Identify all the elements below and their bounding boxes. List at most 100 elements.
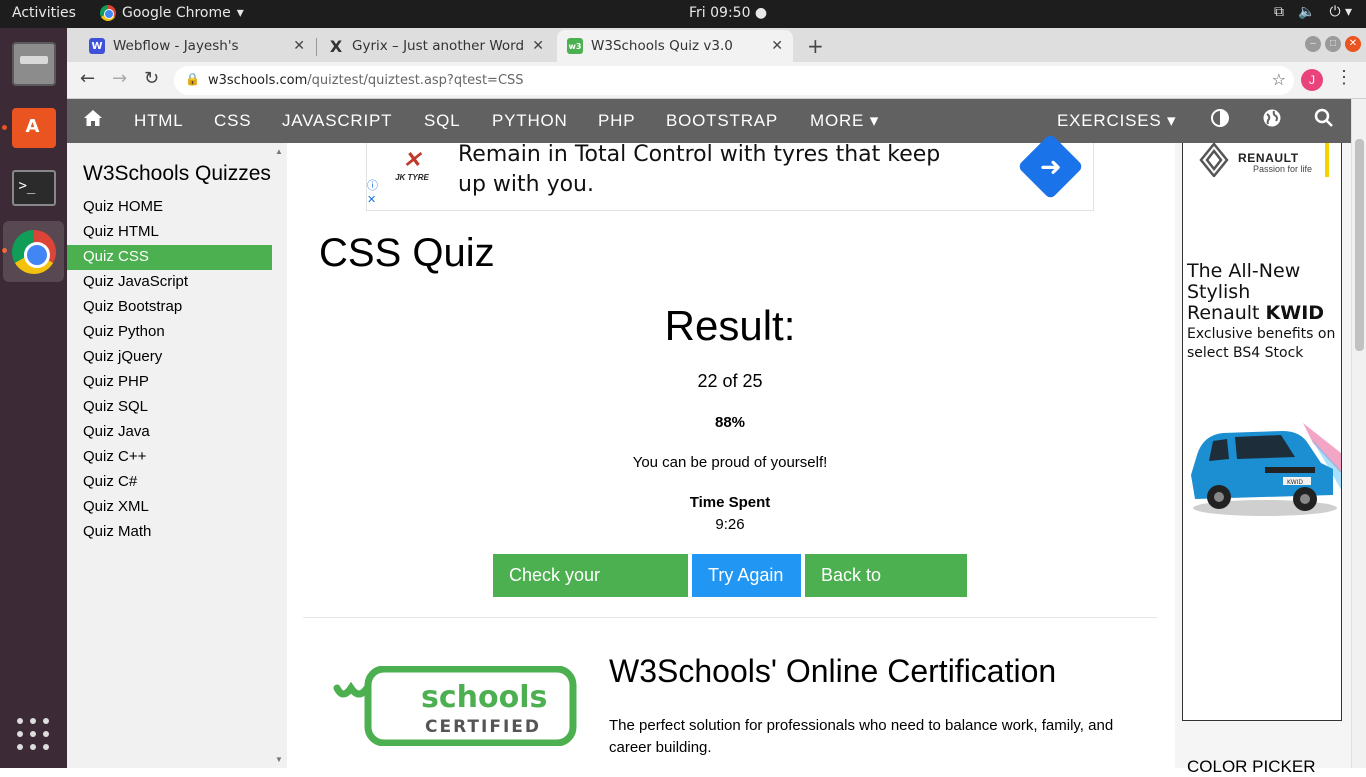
nav-python[interactable]: PYTHON: [492, 111, 568, 131]
color-picker-heading: COLOR PICKER: [1187, 757, 1316, 776]
sidebar-item-quiz-css[interactable]: Quiz CSS: [67, 245, 272, 270]
page-scrollbar[interactable]: [1351, 99, 1366, 768]
ad-text[interactable]: Remain in Total Control with tyres that …: [458, 140, 958, 200]
ad-body: Exclusive benefits on select BS4 Stock: [1187, 326, 1336, 361]
sidebar-item-quiz-bootstrap[interactable]: Quiz Bootstrap: [67, 295, 272, 320]
sidebar-title: W3Schools Quizzes: [83, 162, 271, 185]
search-icon[interactable]: [1314, 108, 1334, 134]
system-top-bar: Activities Google Chrome ▾ Fri 09:50 ● ⧉…: [0, 0, 1366, 28]
result-heading: Result:: [664, 302, 796, 349]
nav-php[interactable]: PHP: [598, 111, 635, 131]
tab-separator: [316, 38, 317, 56]
nav-javascript[interactable]: JAVASCRIPT: [282, 111, 392, 131]
gyrix-favicon-icon: X: [329, 36, 343, 56]
sidebar-item-quiz-home[interactable]: Quiz HOME: [67, 195, 272, 220]
back-to-quizzes-button[interactable]: Back to Quizzes: [805, 554, 967, 628]
sidebar-item-quiz-csharp[interactable]: Quiz C#: [67, 470, 272, 495]
back-arrow-icon[interactable]: ←: [80, 68, 95, 89]
chevron-down-icon: ▾: [236, 5, 244, 21]
ad-choices-icon[interactable]: ⓘ ✕: [367, 179, 378, 207]
scroll-up-arrow-icon[interactable]: ▲: [275, 147, 283, 156]
lock-icon[interactable]: 🔒: [185, 72, 200, 86]
window-close-icon[interactable]: ✕: [1345, 36, 1361, 52]
new-tab-plus-icon[interactable]: +: [807, 34, 824, 58]
close-icon[interactable]: ✕: [293, 38, 305, 54]
nav-html[interactable]: HTML: [134, 111, 183, 131]
ad-headline: The All-New Stylish Renault KWID: [1187, 260, 1325, 324]
close-icon[interactable]: ✕: [771, 38, 783, 54]
show-applications-icon[interactable]: [17, 718, 49, 750]
tab-title: Gyrix – Just another Word: [352, 38, 525, 54]
cert-logo-top-text: schools: [421, 680, 547, 715]
software-launcher[interactable]: [3, 97, 64, 158]
nav-bootstrap[interactable]: BOOTSTRAP: [666, 111, 778, 131]
page-title: CSS Quiz: [319, 231, 495, 275]
certification-text: The perfect solution for professionals w…: [609, 717, 1114, 756]
tab-w3schools-quiz[interactable]: w3 W3Schools Quiz v3.0 ✕: [557, 30, 793, 62]
check-answers-button[interactable]: Check your answers: [493, 554, 688, 628]
sidebar-item-quiz-sql[interactable]: Quiz SQL: [67, 395, 272, 420]
terminal-icon: >_: [11, 169, 56, 206]
terminal-launcher[interactable]: >_: [3, 157, 64, 218]
ad-brand: JK TYRE: [395, 173, 429, 182]
nav-more[interactable]: MORE ▾: [810, 111, 879, 131]
clock[interactable]: Fri 09:50 ●: [689, 5, 767, 21]
files-launcher[interactable]: [3, 33, 64, 94]
globe-icon[interactable]: [1262, 108, 1282, 134]
menu-kebab-icon[interactable]: ⋮: [1335, 67, 1353, 88]
sidebar-item-quiz-javascript[interactable]: Quiz JavaScript: [67, 270, 272, 295]
sidebar-item-quiz-jquery[interactable]: Quiz jQuery: [67, 345, 272, 370]
sidebar-item-quiz-cpp[interactable]: Quiz C++: [67, 445, 272, 470]
cert-logo-bottom-text: CERTIFIED: [425, 717, 541, 737]
nav-sql[interactable]: SQL: [424, 111, 460, 131]
nav-css[interactable]: CSS: [214, 111, 251, 131]
bookmark-star-icon[interactable]: ☆: [1272, 70, 1286, 89]
app-menu[interactable]: Google Chrome ▾: [100, 5, 244, 21]
certification-heading: W3Schools' Online Certification: [609, 653, 1057, 689]
sidebar-item-quiz-php[interactable]: Quiz PHP: [67, 370, 272, 395]
chrome-launcher[interactable]: [3, 221, 64, 282]
files-icon: [11, 41, 56, 86]
scroll-down-arrow-icon[interactable]: ▼: [275, 755, 283, 764]
power-icon: ⏻ ▾: [1329, 4, 1352, 20]
score-percent: 88%: [714, 414, 746, 431]
banner-ad[interactable]: ✕ JK TYRE Remain in Total Control with t…: [366, 133, 1094, 211]
system-tray[interactable]: ⧉ 🔈 ⏻ ▾: [1274, 4, 1352, 20]
network-icon: ⧉: [1274, 4, 1284, 20]
sidebar-item-quiz-math[interactable]: Quiz Math: [67, 520, 272, 545]
forward-arrow-icon[interactable]: →: [112, 68, 127, 89]
volume-icon: 🔈: [1298, 4, 1316, 20]
sidebar-item-quiz-java[interactable]: Quiz Java: [67, 420, 272, 445]
app-menu-label: Google Chrome: [122, 5, 231, 21]
quiz-sidebar: ▲ W3Schools Quizzes Quiz HOME Quiz HTML …: [67, 143, 287, 768]
address-bar[interactable]: 🔒 w3schools.com/quiztest/quiztest.asp?qt…: [174, 66, 1294, 95]
home-icon[interactable]: [83, 108, 103, 133]
software-store-icon: [11, 107, 56, 148]
try-again-button[interactable]: Try Again: [692, 554, 801, 597]
tab-gyrix[interactable]: X Gyrix – Just another Word ✕: [318, 30, 554, 62]
activities-button[interactable]: Activities: [12, 5, 76, 21]
profile-avatar[interactable]: J: [1301, 69, 1323, 91]
url-text[interactable]: w3schools.com/quiztest/quiztest.asp?qtes…: [208, 73, 524, 88]
jk-tyre-logo: ✕ JK TYRE: [387, 147, 437, 182]
ad-directions-arrow-icon[interactable]: ➜: [1017, 133, 1084, 200]
tab-title: W3Schools Quiz v3.0: [591, 38, 733, 54]
w3schools-certified-logo[interactable]: schools CERTIFIED: [333, 666, 578, 746]
close-icon[interactable]: ✕: [532, 38, 544, 54]
sidebar-item-quiz-python[interactable]: Quiz Python: [67, 320, 272, 345]
sidebar-item-quiz-xml[interactable]: Quiz XML: [67, 495, 272, 520]
nav-exercises[interactable]: EXERCISES ▾: [1057, 111, 1176, 131]
browser-toolbar: ← → ↻ 🔒 w3schools.com/quiztest/quiztest.…: [67, 62, 1366, 99]
webflow-favicon-icon: W: [89, 38, 105, 54]
sidebar-item-quiz-html[interactable]: Quiz HTML: [67, 220, 272, 245]
tab-webflow[interactable]: W Webflow - Jayesh's ✕: [79, 30, 315, 62]
maximize-icon[interactable]: □: [1325, 36, 1341, 52]
time-spent-label: Time Spent: [689, 494, 771, 511]
minimize-icon[interactable]: –: [1305, 36, 1321, 52]
reload-icon[interactable]: ↻: [144, 68, 159, 89]
sidebar-links: Quiz HOME Quiz HTML Quiz CSS Quiz JavaSc…: [67, 195, 272, 545]
chrome-icon: [11, 229, 56, 274]
renault-ad[interactable]: RENAULT Passion for life The All-New Sty…: [1182, 143, 1342, 721]
contrast-icon[interactable]: [1210, 108, 1230, 134]
scrollbar-thumb[interactable]: [1355, 139, 1364, 351]
